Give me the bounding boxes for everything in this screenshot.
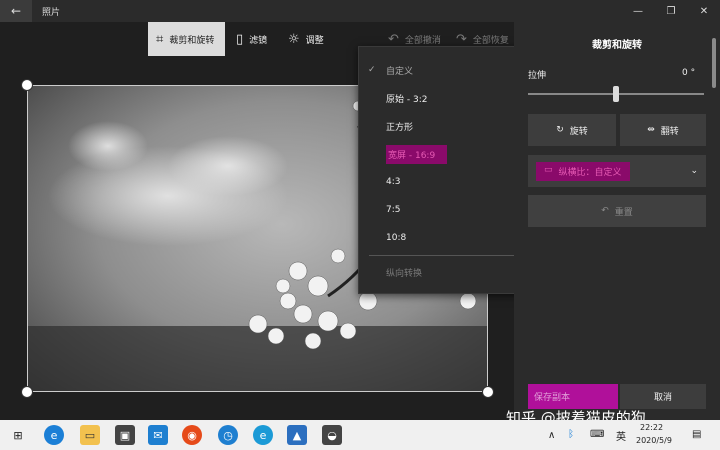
straighten-slider-thumb[interactable] (613, 86, 619, 102)
start-windows-icon[interactable]: ⊞ (8, 425, 28, 445)
undo-all-label: 全部撤消 (404, 35, 441, 46)
crop-handle-top-left[interactable] (21, 79, 33, 91)
close-button[interactable]: ✕ (688, 0, 720, 22)
panel-title: 裁剪和旋转 (592, 40, 642, 51)
menu-item-4-3[interactable]: 4:3 (359, 168, 524, 196)
save-copy-button[interactable]: 保存副本 (528, 384, 618, 409)
back-arrow-icon: ← (10, 4, 22, 18)
clock-date[interactable]: 2020/5/9 (636, 436, 672, 445)
menu-item-original[interactable]: 原始 - 3:2 (359, 84, 524, 112)
crop-icon: ⌗ (156, 31, 164, 47)
aspect-ratio-menu: ✓ 自定义 原始 - 3:2 正方形 宽屏 - 16:9 4:3 7:5 10:… (358, 46, 525, 294)
ime-indicator[interactable]: 英 (616, 428, 626, 443)
photos-app: ← 照片 — ❐ ✕ ⌗ 裁剪和旋转 ▯ 滤镜 ☼ 调整 ↶ 全部撤消 ↷ 全部… (0, 0, 720, 450)
menu-item-label: 4:3 (386, 177, 401, 187)
weibo-icon[interactable]: ◉ (182, 425, 202, 445)
chevron-down-icon: ⌄ (690, 166, 698, 176)
menu-item-square[interactable]: 正方形 (359, 112, 524, 140)
clock-time[interactable]: 22:22 (640, 423, 663, 432)
tab-filters[interactable]: ▯ 滤镜 (228, 22, 275, 56)
save-copy-label: 保存副本 (534, 393, 571, 403)
aspect-ratio-label: 纵横比：自定义 (558, 167, 622, 178)
app-title: 照片 (42, 8, 61, 18)
rotate-button[interactable]: ↻ 旋转 (528, 114, 616, 146)
menu-item-label: 自定义 (386, 66, 414, 77)
tab-adjust[interactable]: ☼ 调整 (280, 22, 332, 56)
rotate-label: 旋转 (569, 126, 588, 137)
edge-browser-icon[interactable]: e (44, 425, 64, 445)
title-bar: ← 照片 — ❐ ✕ (0, 0, 720, 22)
reset-icon: ↶ (601, 206, 609, 216)
menu-item-widescreen[interactable]: 宽屏 - 16:9 (359, 140, 524, 168)
crop-handle-bottom-right[interactable] (482, 386, 494, 398)
flip-button[interactable]: ⇹ 翻转 (620, 114, 706, 146)
minimize-button[interactable]: — (622, 0, 654, 22)
menu-item-custom[interactable]: ✓ 自定义 (359, 56, 524, 84)
tab-adjust-label: 调整 (305, 35, 324, 46)
redo-icon: ↷ (456, 31, 467, 47)
back-button[interactable]: ← (0, 0, 32, 22)
keyboard-icon[interactable]: ⌨ (590, 429, 604, 440)
brightness-icon: ☼ (288, 31, 300, 47)
aspect-ratio-dropdown[interactable]: ▭ 纵横比：自定义 ⌄ (528, 155, 706, 187)
maximize-button[interactable]: ❐ (655, 0, 687, 22)
menu-item-label: 纵向转换 (386, 268, 423, 279)
checkmark-icon: ✓ (368, 65, 376, 75)
crop-rotate-panel: 裁剪和旋转 拉伸 0 ° ↻ 旋转 ⇹ 翻转 ▭ 纵横比：自定义 ⌄ ↶ 重置 … (514, 22, 720, 420)
flip-label: 翻转 (660, 126, 679, 137)
rotate-icon: ↻ (556, 125, 564, 135)
maximize-icon: ❐ (666, 5, 676, 17)
menu-item-7-5[interactable]: 7:5 (359, 196, 524, 224)
close-icon: ✕ (699, 5, 709, 17)
notification-icon[interactable]: ▤ (692, 429, 701, 440)
aspect-ratio-icon: ▭ (544, 164, 553, 175)
menu-item-label: 7:5 (386, 205, 401, 215)
crop-handle-bottom-left[interactable] (21, 386, 33, 398)
tab-crop-rotate-label: 裁剪和旋转 (169, 35, 215, 46)
store-icon[interactable]: ▣ (115, 425, 135, 445)
menu-item-label: 正方形 (386, 122, 414, 133)
straighten-value: 0 ° (682, 68, 696, 78)
mail-icon[interactable]: ✉ (148, 425, 168, 445)
cancel-label: 取消 (653, 393, 672, 403)
filter-brush-icon: ▯ (236, 31, 244, 47)
menu-item-label: 宽屏 - 16:9 (386, 144, 448, 164)
menu-divider (369, 255, 517, 256)
menu-item-label: 10:8 (386, 233, 407, 243)
cancel-button[interactable]: 取消 (620, 384, 706, 409)
paint-icon[interactable]: ◒ (322, 425, 342, 445)
flip-icon: ⇹ (647, 125, 655, 135)
reset-label: 重置 (614, 207, 633, 218)
clock-icon[interactable]: ◷ (218, 425, 238, 445)
photos-icon[interactable]: ▲ (287, 425, 307, 445)
menu-item-label: 原始 - 3:2 (386, 94, 428, 105)
file-explorer-icon[interactable]: ▭ (80, 425, 100, 445)
menu-item-10-8[interactable]: 10:8 (359, 224, 524, 252)
tab-crop-rotate[interactable]: ⌗ 裁剪和旋转 (148, 22, 225, 56)
taskbar: ⊞ e ▭ ▣ ✉ ◉ ◷ e ▲ ◒ ∧ ᛒ ⌨ 英 22:22 2020/5… (0, 420, 720, 450)
aspect-ratio-current: ▭ 纵横比：自定义 (536, 161, 630, 181)
edge-beta-icon[interactable]: e (253, 425, 273, 445)
minimize-icon: — (633, 5, 643, 17)
tab-filters-label: 滤镜 (249, 35, 268, 46)
chevron-up-icon[interactable]: ∧ (548, 430, 555, 441)
menu-item-orientation[interactable]: 纵向转换 (359, 258, 524, 286)
straighten-label: 拉伸 (528, 71, 547, 81)
redo-all-label: 全部恢复 (472, 35, 509, 46)
undo-icon: ↶ (388, 31, 399, 47)
reset-button[interactable]: ↶ 重置 (528, 195, 706, 227)
bluetooth-icon[interactable]: ᛒ (568, 429, 574, 440)
